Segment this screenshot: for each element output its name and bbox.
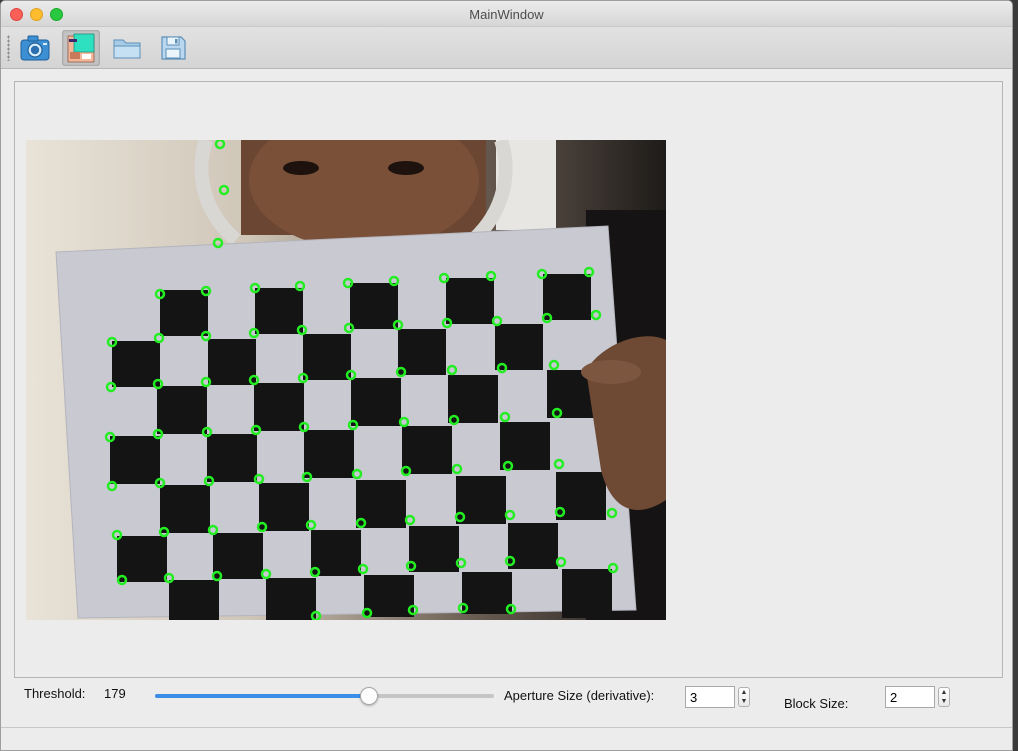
block-size-label: Block Size:	[784, 696, 849, 711]
block-size-spinbox[interactable]: ▲ ▼	[885, 686, 951, 708]
threshold-slider[interactable]	[155, 687, 494, 705]
block-size-down-arrow-icon[interactable]: ▼	[939, 697, 949, 706]
camera-button[interactable]	[16, 30, 54, 66]
threshold-slider-handle[interactable]	[359, 687, 378, 705]
aperture-size-spinbox[interactable]: ▲ ▼	[685, 686, 751, 708]
block-size-input[interactable]	[885, 686, 935, 708]
aperture-size-label: Aperture Size (derivative):	[504, 688, 655, 703]
threshold-value: 179	[104, 686, 126, 701]
main-window: MainWindow Threshold: 179 Aperture Size …	[0, 0, 1013, 751]
aperture-size-up-arrow-icon[interactable]: ▲	[739, 688, 749, 697]
aperture-size-stepper[interactable]: ▲ ▼	[738, 687, 750, 707]
folder-icon	[113, 39, 141, 59]
status-bar	[1, 727, 1012, 750]
image-view-frame	[14, 81, 1003, 678]
toolbar-grip-handle[interactable]	[7, 35, 10, 61]
save-button[interactable]	[154, 30, 192, 66]
camera-frame-image	[26, 140, 666, 620]
controls-panel: Threshold: 179 Aperture Size (derivative…	[1, 681, 1012, 725]
threshold-label: Threshold:	[24, 686, 86, 701]
threshold-slider-fill	[155, 694, 369, 698]
window-title: MainWindow	[469, 7, 544, 22]
camera-preview	[26, 140, 666, 620]
block-size-up-arrow-icon[interactable]: ▲	[939, 688, 949, 697]
block-size-stepper[interactable]: ▲ ▼	[938, 687, 950, 707]
save-icon	[161, 36, 186, 60]
aperture-size-input[interactable]	[685, 686, 735, 708]
image-icon	[67, 33, 95, 63]
aperture-size-down-arrow-icon[interactable]: ▼	[739, 697, 749, 706]
open-folder-button[interactable]	[108, 30, 146, 66]
image-button[interactable]	[62, 30, 100, 66]
title-bar[interactable]: MainWindow	[1, 1, 1012, 27]
camera-icon	[20, 35, 50, 61]
toolbar	[1, 27, 1012, 69]
